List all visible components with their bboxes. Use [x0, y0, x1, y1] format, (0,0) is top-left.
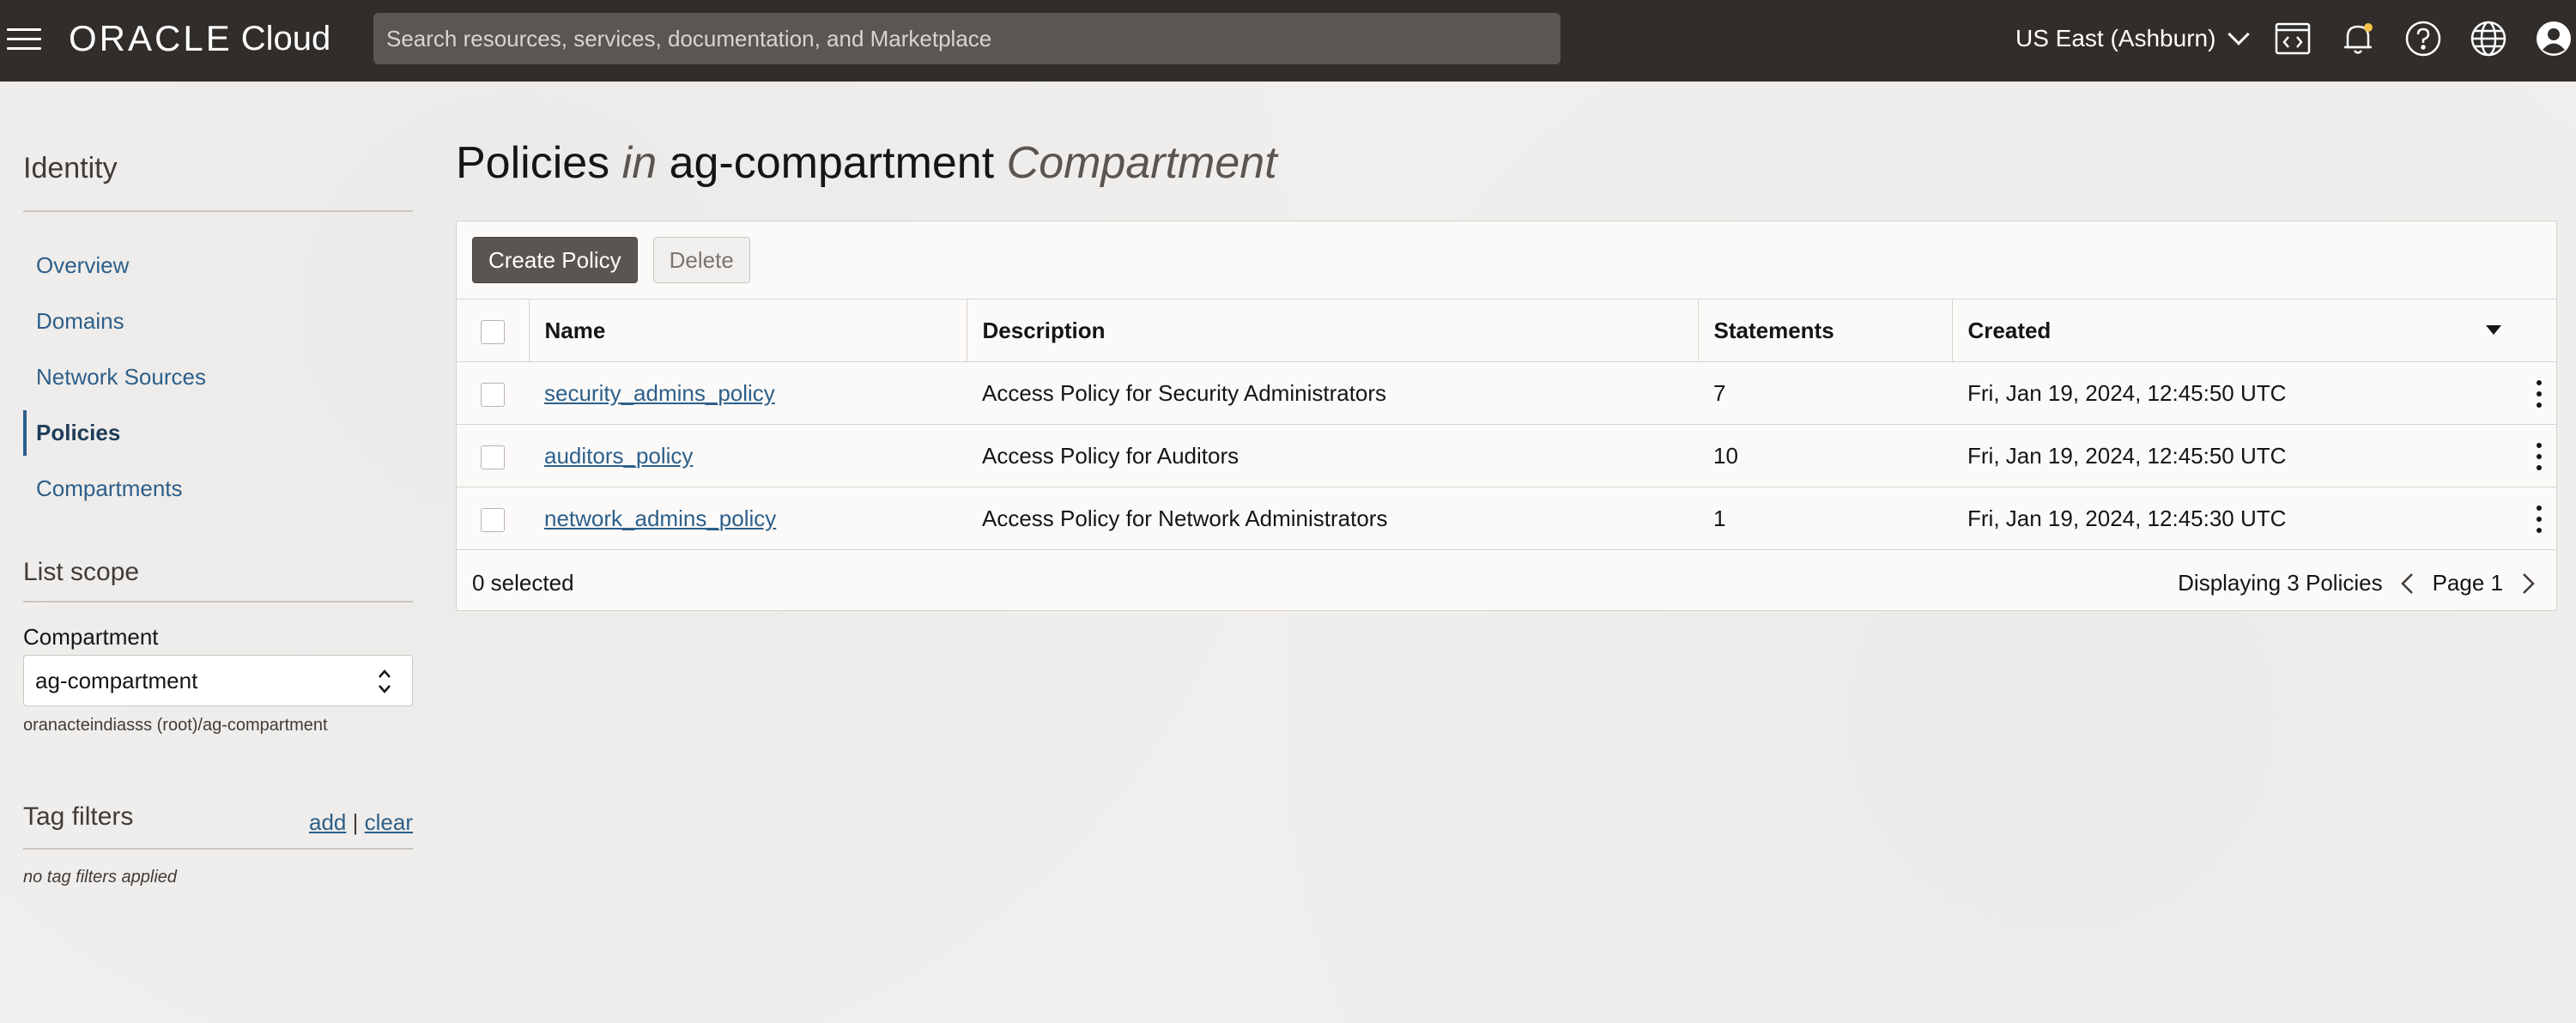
- region-selector[interactable]: US East (Ashburn): [2015, 19, 2251, 58]
- row-select-cell: [457, 361, 529, 425]
- page-number: Page 1: [2432, 570, 2503, 596]
- row-select-cell: [457, 424, 529, 487]
- row-actions-kebab-icon[interactable]: [2531, 505, 2548, 533]
- table-header-row: Name Description Statements Created: [457, 299, 2556, 362]
- policy-statements-cell: 10: [1698, 424, 1952, 487]
- policy-statements-cell: 7: [1698, 361, 1952, 425]
- top-navigation-bar: ORACLE Cloud Search resources, services,…: [0, 0, 2576, 82]
- tag-filter-links: add | clear: [309, 809, 413, 836]
- sidebar-item-compartments[interactable]: Compartments: [23, 461, 413, 517]
- policy-name-cell: security_admins_policy: [529, 361, 967, 425]
- sidebar-title: Identity: [23, 152, 118, 185]
- logo-brand: ORACLE: [69, 18, 233, 58]
- column-header-created-label: Created: [1967, 317, 2052, 343]
- link-separator: |: [352, 809, 359, 835]
- policy-name-link[interactable]: auditors_policy: [544, 443, 693, 469]
- policy-name-link[interactable]: security_admins_policy: [544, 380, 775, 406]
- policies-table: Name Description Statements Created secu…: [457, 299, 2556, 550]
- clear-tag-filters-link[interactable]: clear: [365, 809, 413, 835]
- policy-description-cell: Access Policy for Security Administrator…: [967, 361, 1698, 425]
- policies-panel: Create Policy Delete Name Description St…: [456, 221, 2557, 611]
- policy-created-value: Fri, Jan 19, 2024, 12:45:50 UTC: [1967, 442, 2287, 469]
- compartment-select[interactable]: ag-compartment: [23, 655, 413, 706]
- compartment-label: Compartment: [23, 624, 159, 650]
- search-placeholder: Search resources, services, documentatio…: [386, 25, 992, 51]
- row-actions-kebab-icon[interactable]: [2531, 443, 2548, 470]
- globe-icon[interactable]: [2469, 19, 2508, 58]
- tag-filters-title: Tag filters: [23, 802, 134, 831]
- policy-created-cell: Fri, Jan 19, 2024, 12:45:50 UTC: [1952, 361, 2556, 425]
- sidebar-item-policies[interactable]: Policies: [23, 405, 413, 461]
- user-icon[interactable]: [2534, 19, 2573, 58]
- oracle-cloud-logo[interactable]: ORACLE Cloud: [69, 17, 330, 60]
- pagination: Displaying 3 Policies Page 1: [2178, 570, 2541, 596]
- title-in: in: [621, 138, 658, 188]
- title-prefix: Policies: [456, 138, 610, 188]
- policy-description-cell: Access Policy for Network Administrators: [967, 487, 1698, 550]
- menu-icon[interactable]: [7, 21, 43, 57]
- policy-description-cell: Access Policy for Auditors: [967, 424, 1698, 487]
- displaying-count: Displaying 3 Policies: [2178, 570, 2383, 596]
- policy-created-value: Fri, Jan 19, 2024, 12:45:50 UTC: [1967, 379, 2287, 406]
- no-tag-filters-text: no tag filters applied: [23, 868, 178, 887]
- updown-chevron-icon: [379, 669, 391, 693]
- logo-product: Cloud: [240, 19, 331, 58]
- row-checkbox[interactable]: [481, 507, 505, 532]
- code-editor-icon[interactable]: [2273, 19, 2312, 58]
- divider: [23, 848, 413, 850]
- column-header-created[interactable]: Created: [1951, 299, 2556, 362]
- divider: [23, 210, 413, 212]
- policy-statements-cell: 1: [1698, 487, 1952, 550]
- table-row: auditors_policy Access Policy for Audito…: [457, 424, 2556, 487]
- bell-icon[interactable]: [2338, 19, 2378, 58]
- column-header-statements[interactable]: Statements: [1697, 299, 1952, 362]
- sort-descending-icon[interactable]: [2486, 325, 2501, 335]
- divider: [23, 601, 413, 602]
- select-all-checkbox[interactable]: [480, 319, 505, 344]
- toolbar: Create Policy Delete: [472, 237, 750, 283]
- search-input[interactable]: Search resources, services, documentatio…: [373, 13, 1561, 64]
- list-scope-title: List scope: [23, 558, 140, 586]
- row-checkbox[interactable]: [481, 382, 505, 407]
- add-tag-filter-link[interactable]: add: [309, 809, 346, 835]
- select-all-cell: [457, 299, 530, 362]
- chevron-left-icon[interactable]: [2395, 571, 2421, 596]
- selected-count: 0 selected: [472, 570, 574, 596]
- title-compartment: ag-compartment: [669, 138, 995, 188]
- sidebar-item-overview[interactable]: Overview: [23, 238, 413, 294]
- help-icon[interactable]: [2403, 19, 2443, 58]
- table-footer: 0 selected Displaying 3 Policies Page 1: [472, 566, 2541, 597]
- page-title: Policies in ag-compartment Compartment: [456, 137, 1277, 189]
- row-checkbox[interactable]: [481, 445, 505, 469]
- policy-created-cell: Fri, Jan 19, 2024, 12:45:30 UTC: [1952, 487, 2556, 550]
- table-row: network_admins_policy Access Policy for …: [457, 487, 2556, 550]
- sidebar-item-domains[interactable]: Domains: [23, 294, 413, 349]
- policy-name-cell: auditors_policy: [529, 424, 967, 487]
- row-actions-kebab-icon[interactable]: [2531, 380, 2548, 408]
- region-label: US East (Ashburn): [2015, 25, 2216, 51]
- title-suffix: Compartment: [1006, 138, 1277, 188]
- column-header-name[interactable]: Name: [528, 299, 967, 362]
- policy-created-cell: Fri, Jan 19, 2024, 12:45:50 UTC: [1952, 424, 2556, 487]
- row-select-cell: [457, 487, 529, 550]
- policy-name-link[interactable]: network_admins_policy: [544, 505, 776, 531]
- compartment-path: oranacteindiasss (root)/ag-compartment: [23, 716, 328, 735]
- chevron-right-icon[interactable]: [2515, 571, 2541, 596]
- sidebar-nav: Overview Domains Network Sources Policie…: [23, 238, 413, 517]
- delete-button[interactable]: Delete: [652, 237, 750, 283]
- table-row: security_admins_policy Access Policy for…: [457, 361, 2556, 425]
- policy-name-cell: network_admins_policy: [529, 487, 967, 550]
- column-header-description[interactable]: Description: [966, 299, 1698, 362]
- policy-created-value: Fri, Jan 19, 2024, 12:45:30 UTC: [1967, 505, 2287, 531]
- compartment-value: ag-compartment: [35, 667, 198, 693]
- chevron-down-icon: [2227, 23, 2251, 45]
- sidebar-item-network-sources[interactable]: Network Sources: [23, 349, 413, 405]
- create-policy-button[interactable]: Create Policy: [472, 237, 638, 283]
